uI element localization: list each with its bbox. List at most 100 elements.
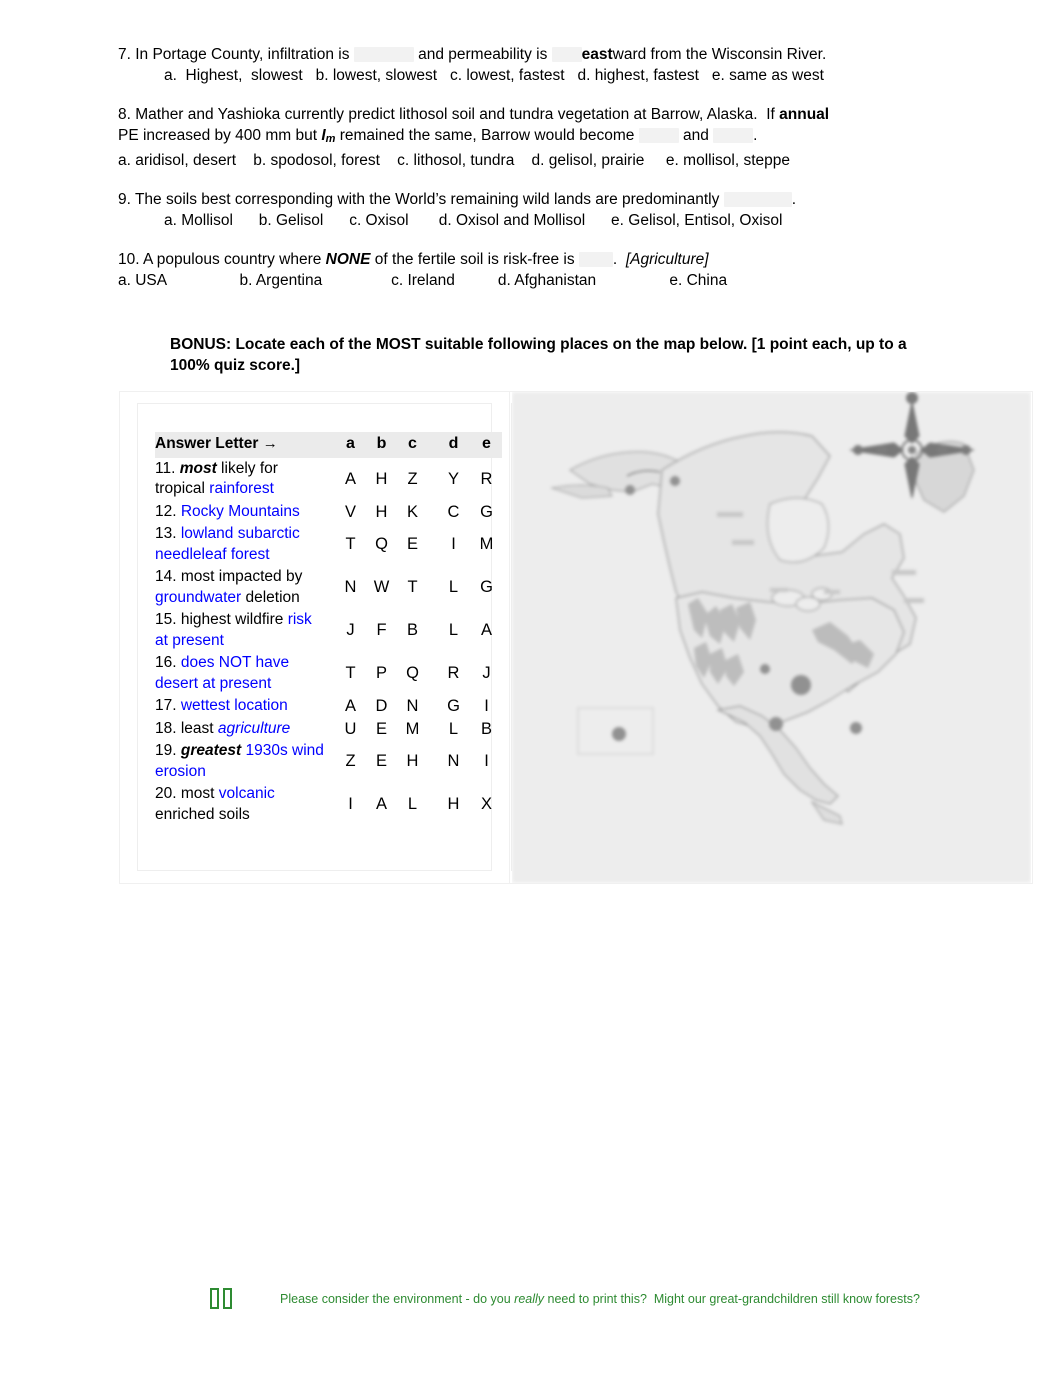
- answer-option-a-row-16[interactable]: T: [335, 652, 366, 695]
- answer-option-b-row-15[interactable]: F: [366, 609, 397, 652]
- answer-option-e-row-16[interactable]: J: [469, 652, 502, 695]
- table-row: 18. least agriculture U E M L B: [155, 718, 502, 741]
- q8-line2-and: and: [678, 127, 714, 144]
- item-text-part: rainforest: [209, 480, 274, 497]
- answer-option-b-row-18[interactable]: E: [366, 718, 397, 741]
- answer-table-header-row: Answer Letter → a b c d e: [155, 432, 502, 458]
- answer-option-d-row-12[interactable]: C: [428, 501, 469, 524]
- answer-option-e-row-17[interactable]: I: [469, 695, 502, 718]
- answer-option-b-row-14[interactable]: W: [366, 566, 397, 609]
- item-number: 20.: [155, 785, 181, 802]
- answer-option-b-row-19[interactable]: E: [366, 740, 397, 783]
- answer-option-a-row-19[interactable]: Z: [335, 740, 366, 783]
- bonus-item-15: 15. highest wildfire risk at present: [155, 609, 335, 652]
- answer-option-b-row-16[interactable]: P: [366, 652, 397, 695]
- item-number: 15.: [155, 611, 181, 628]
- answer-option-a-row-13[interactable]: T: [335, 523, 366, 566]
- q7-stem-mid: and permeability is: [413, 46, 552, 63]
- q10-stem-pre: 10. A populous country where: [118, 251, 326, 268]
- answer-option-a-row-17[interactable]: A: [335, 695, 366, 718]
- answer-option-a-row-20[interactable]: I: [335, 783, 366, 826]
- right-arrow-icon: →: [262, 435, 278, 452]
- answer-option-e-row-18[interactable]: B: [469, 718, 502, 741]
- answer-option-e-row-15[interactable]: A: [469, 609, 502, 652]
- answer-option-e-row-20[interactable]: X: [469, 783, 502, 826]
- q7-stem-pre: 7. In Portage County, infiltration is: [118, 46, 354, 63]
- table-row: 16. does NOT have desert at present T P Q R J: [155, 652, 502, 695]
- question-9: 9. The soils best corresponding with the…: [118, 189, 998, 231]
- north-america-map: [512, 392, 1031, 883]
- answer-option-b-row-12[interactable]: H: [366, 501, 397, 524]
- answer-option-a-row-14[interactable]: N: [335, 566, 366, 609]
- bonus-line-1: BONUS: Locate each of the MOST suitable …: [170, 336, 907, 353]
- answer-option-d-row-14[interactable]: L: [428, 566, 469, 609]
- questions-section: 7. In Portage County, infiltration is an…: [118, 44, 998, 309]
- q10-stem-post: .: [612, 251, 626, 268]
- item-text-part: least: [180, 719, 218, 737]
- bonus-item-12: 12. Rocky Mountains: [155, 501, 335, 524]
- q10-stem-bold: NONE: [325, 251, 371, 268]
- answer-option-c-row-19[interactable]: H: [397, 740, 428, 783]
- answer-option-a-row-12[interactable]: V: [335, 501, 366, 524]
- answer-option-d-row-15[interactable]: L: [428, 609, 469, 652]
- answer-blank: [353, 47, 414, 63]
- bonus-item-16: 16. does NOT have desert at present: [155, 652, 335, 695]
- item-text-part: enriched soils: [155, 805, 250, 823]
- answer-option-c-row-11[interactable]: Z: [397, 458, 428, 501]
- answer-option-e-row-13[interactable]: M: [469, 523, 502, 566]
- item-number: 13.: [155, 525, 181, 542]
- item-number: 18.: [155, 719, 181, 737]
- answer-option-d-row-19[interactable]: N: [428, 740, 469, 783]
- answer-option-e-row-11[interactable]: R: [469, 458, 502, 501]
- answer-option-e-row-19[interactable]: I: [469, 740, 502, 783]
- answer-option-a-row-18[interactable]: U: [335, 718, 366, 741]
- answer-option-d-row-20[interactable]: H: [428, 783, 469, 826]
- answer-option-c-row-13[interactable]: E: [397, 523, 428, 566]
- footer-message: Please consider the environment - do you…: [280, 1291, 920, 1307]
- answer-option-c-row-14[interactable]: T: [397, 566, 428, 609]
- q7-stem-bold: east: [581, 46, 613, 63]
- question-9-stem: 9. The soils best corresponding with the…: [118, 189, 998, 210]
- answer-option-a-row-15[interactable]: J: [335, 609, 366, 652]
- q8-line2-end: .: [753, 127, 758, 144]
- answer-option-e-row-14[interactable]: G: [469, 566, 502, 609]
- bonus-item-11: 11. most likely for tropical rainforest: [155, 458, 335, 501]
- answer-option-e-row-12[interactable]: G: [469, 501, 502, 524]
- document-page: 7. In Portage County, infiltration is an…: [0, 0, 1062, 1377]
- answer-letter-label: Answer Letter →: [155, 432, 335, 458]
- answer-option-d-row-16[interactable]: R: [428, 652, 469, 695]
- answer-option-a-row-11[interactable]: A: [335, 458, 366, 501]
- question-8: 8. Mather and Yashioka currently predict…: [118, 104, 998, 171]
- missing-glyph-box: [210, 1288, 219, 1309]
- answer-option-d-row-13[interactable]: I: [428, 523, 469, 566]
- answer-option-c-row-18[interactable]: M: [397, 718, 428, 741]
- table-row: 12. Rocky Mountains V H K C G: [155, 501, 502, 524]
- item-number: 16.: [155, 654, 181, 671]
- answer-option-d-row-17[interactable]: G: [428, 695, 469, 718]
- answer-option-c-row-15[interactable]: B: [397, 609, 428, 652]
- answer-option-c-row-12[interactable]: K: [397, 501, 428, 524]
- answer-option-d-row-18[interactable]: L: [428, 718, 469, 741]
- answer-option-b-row-11[interactable]: H: [366, 458, 397, 501]
- footer-text-b: need to print this? Might our great-gran…: [544, 1291, 920, 1306]
- answer-option-c-row-20[interactable]: L: [397, 783, 428, 826]
- column-header-a: a: [335, 432, 366, 458]
- q8-line2-a: PE increased by 400 mm but: [118, 127, 322, 144]
- q8-line1-bold: annual: [779, 106, 830, 123]
- item-text-part: groundwater: [155, 588, 242, 606]
- answer-option-d-row-11[interactable]: Y: [428, 458, 469, 501]
- answer-option-b-row-13[interactable]: Q: [366, 523, 397, 566]
- item-number: 11.: [155, 459, 180, 477]
- answer-option-c-row-16[interactable]: Q: [397, 652, 428, 695]
- footer: Please consider the environment - do you…: [210, 1288, 1000, 1309]
- answer-option-c-row-17[interactable]: N: [397, 695, 428, 718]
- item-text-part: most impacted by: [180, 568, 303, 585]
- question-8-line1: 8. Mather and Yashioka currently predict…: [118, 104, 998, 125]
- bonus-item-20: 20. most volcanic enriched soils: [155, 783, 335, 826]
- item-number: 12.: [155, 502, 181, 520]
- answer-option-b-row-17[interactable]: D: [366, 695, 397, 718]
- bonus-item-19: 19. greatest 1930s wind erosion: [155, 740, 335, 783]
- answer-option-b-row-20[interactable]: A: [366, 783, 397, 826]
- map-graphic: [512, 392, 1031, 883]
- footer-text-a: Please consider the environment - do you: [280, 1291, 515, 1306]
